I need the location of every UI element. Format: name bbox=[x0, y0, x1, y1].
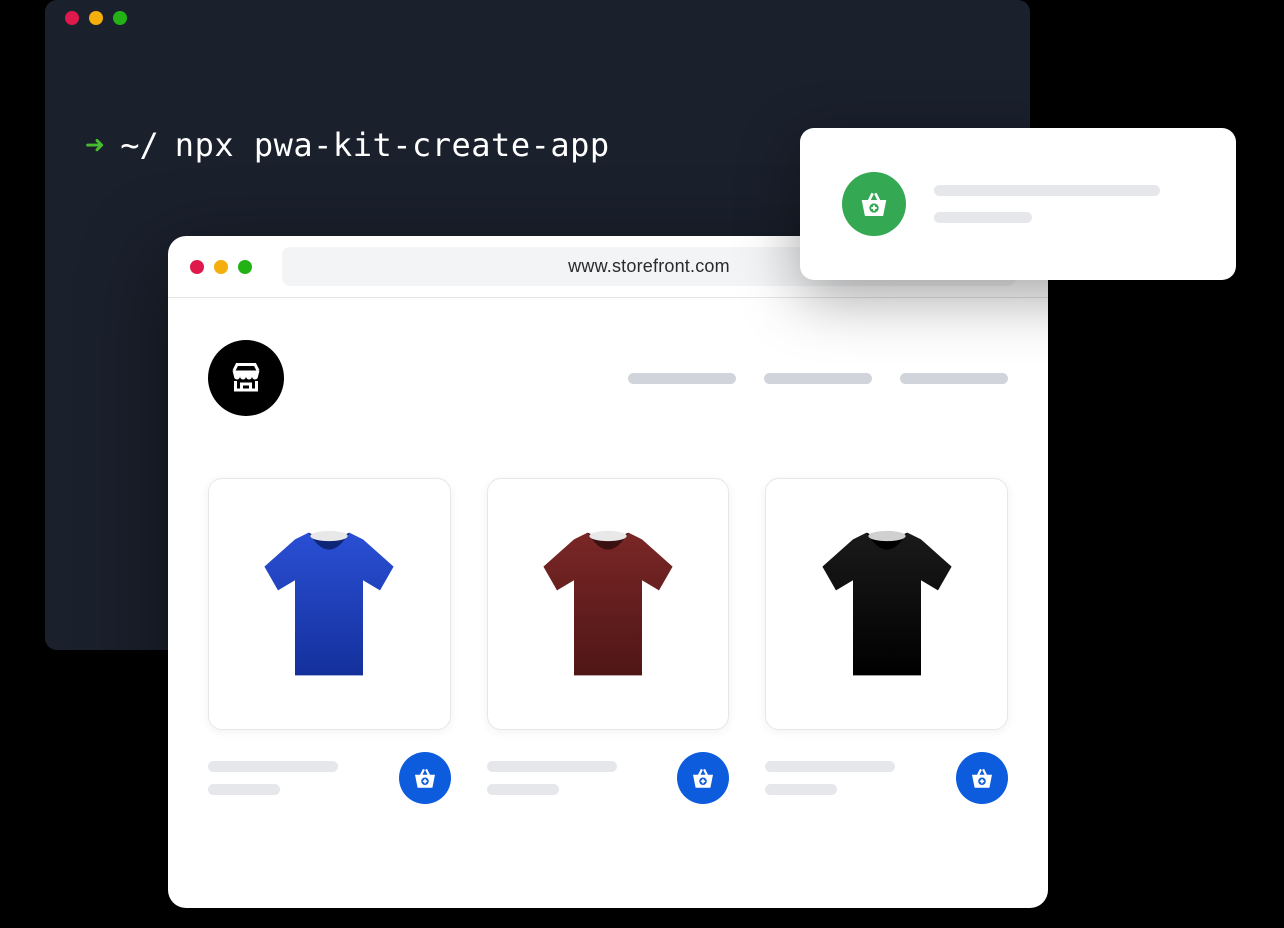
terminal-command: npx pwa-kit-create-app bbox=[175, 126, 610, 164]
notification-card[interactable] bbox=[800, 128, 1236, 280]
nav-item[interactable] bbox=[900, 373, 1008, 384]
notification-icon bbox=[842, 172, 906, 236]
minimize-icon[interactable] bbox=[214, 260, 228, 274]
product-item bbox=[208, 478, 451, 804]
product-title-placeholder bbox=[487, 761, 617, 772]
terminal-prompt: ~/ bbox=[120, 126, 159, 164]
add-to-cart-button[interactable] bbox=[399, 752, 451, 804]
product-card[interactable] bbox=[208, 478, 451, 730]
tshirt-image-blue bbox=[244, 519, 414, 689]
nav-menu bbox=[628, 373, 1008, 384]
product-price-placeholder bbox=[765, 784, 837, 795]
product-text bbox=[765, 761, 895, 795]
product-footer bbox=[208, 752, 451, 804]
product-text bbox=[208, 761, 338, 795]
product-price-placeholder bbox=[208, 784, 280, 795]
nav-item[interactable] bbox=[628, 373, 736, 384]
basket-add-icon bbox=[412, 765, 438, 791]
product-item bbox=[487, 478, 730, 804]
product-title-placeholder bbox=[765, 761, 895, 772]
add-to-cart-button[interactable] bbox=[956, 752, 1008, 804]
product-title-placeholder bbox=[208, 761, 338, 772]
basket-add-icon bbox=[858, 188, 890, 220]
basket-add-icon bbox=[969, 765, 995, 791]
maximize-icon[interactable] bbox=[238, 260, 252, 274]
notification-subtitle-placeholder bbox=[934, 212, 1032, 223]
product-price-placeholder bbox=[487, 784, 559, 795]
browser-window: www.storefront.com bbox=[168, 236, 1048, 908]
product-card[interactable] bbox=[765, 478, 1008, 730]
storefront-header bbox=[208, 340, 1008, 416]
product-grid bbox=[208, 478, 1008, 804]
product-text bbox=[487, 761, 617, 795]
nav-item[interactable] bbox=[764, 373, 872, 384]
tshirt-image-black bbox=[802, 519, 972, 689]
notification-text bbox=[934, 185, 1160, 223]
product-item bbox=[765, 478, 1008, 804]
arrow-right-icon: ➜ bbox=[85, 126, 104, 164]
store-logo[interactable] bbox=[208, 340, 284, 416]
tshirt-image-maroon bbox=[523, 519, 693, 689]
storefront-icon bbox=[228, 360, 264, 396]
product-footer bbox=[765, 752, 1008, 804]
maximize-icon[interactable] bbox=[113, 11, 127, 25]
minimize-icon[interactable] bbox=[89, 11, 103, 25]
close-icon[interactable] bbox=[65, 11, 79, 25]
basket-add-icon bbox=[690, 765, 716, 791]
browser-content bbox=[168, 298, 1048, 846]
terminal-titlebar bbox=[45, 0, 1030, 36]
close-icon[interactable] bbox=[190, 260, 204, 274]
product-footer bbox=[487, 752, 730, 804]
add-to-cart-button[interactable] bbox=[677, 752, 729, 804]
product-card[interactable] bbox=[487, 478, 730, 730]
notification-title-placeholder bbox=[934, 185, 1160, 196]
